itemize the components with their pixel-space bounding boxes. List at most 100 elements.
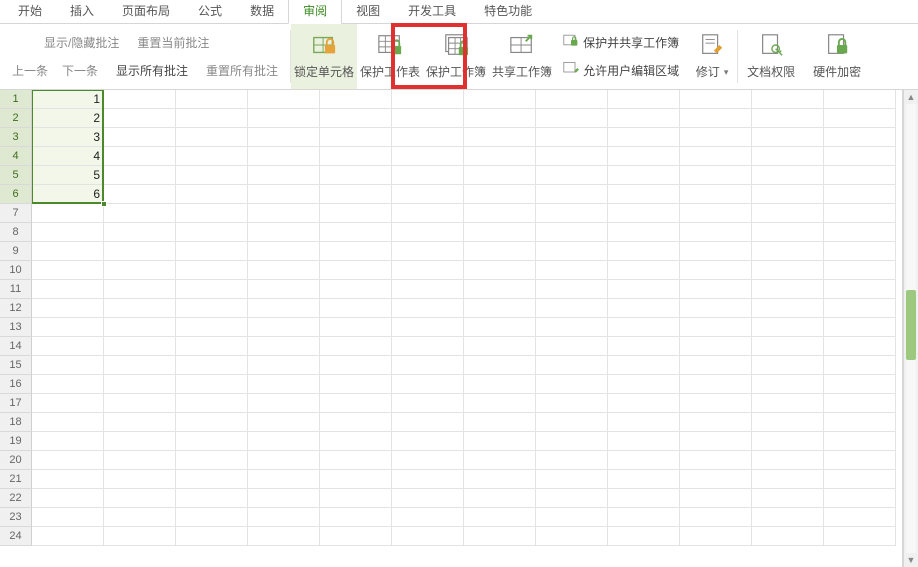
cell[interactable]	[320, 451, 392, 470]
cell[interactable]	[104, 242, 176, 261]
cell[interactable]	[608, 413, 680, 432]
cell[interactable]	[320, 299, 392, 318]
cell[interactable]	[464, 280, 536, 299]
cell[interactable]	[104, 394, 176, 413]
row-header[interactable]: 4	[0, 147, 32, 166]
cell[interactable]	[104, 109, 176, 128]
cell[interactable]	[608, 280, 680, 299]
cell[interactable]	[464, 204, 536, 223]
cell[interactable]: 5	[32, 166, 104, 185]
cell[interactable]	[824, 128, 896, 147]
cell[interactable]	[752, 280, 824, 299]
cell[interactable]	[824, 470, 896, 489]
cell[interactable]	[104, 223, 176, 242]
cell[interactable]	[824, 223, 896, 242]
cell[interactable]	[680, 147, 752, 166]
cell[interactable]	[680, 356, 752, 375]
cell[interactable]	[176, 451, 248, 470]
cell[interactable]	[392, 375, 464, 394]
cell[interactable]	[32, 375, 104, 394]
cell[interactable]: 1	[32, 90, 104, 109]
cell[interactable]	[176, 394, 248, 413]
tab-data[interactable]: 数据	[236, 0, 288, 23]
cell[interactable]	[248, 489, 320, 508]
cell[interactable]	[392, 185, 464, 204]
cell[interactable]	[104, 185, 176, 204]
cell[interactable]	[608, 90, 680, 109]
cell[interactable]	[464, 261, 536, 280]
cell[interactable]	[464, 337, 536, 356]
cell[interactable]	[608, 261, 680, 280]
cell[interactable]	[680, 470, 752, 489]
cell[interactable]	[176, 527, 248, 546]
cell[interactable]	[464, 299, 536, 318]
doc-permission-button[interactable]: 文档权限	[738, 24, 804, 89]
row-header[interactable]: 17	[0, 394, 32, 413]
protect-and-share-button[interactable]: 保护并共享工作簿	[559, 30, 683, 55]
cell[interactable]	[680, 508, 752, 527]
cell[interactable]	[752, 508, 824, 527]
cell[interactable]	[464, 451, 536, 470]
cell[interactable]	[680, 394, 752, 413]
cell[interactable]	[464, 356, 536, 375]
row-header[interactable]: 19	[0, 432, 32, 451]
scroll-thumb[interactable]	[906, 290, 916, 360]
cell[interactable]	[752, 413, 824, 432]
cell[interactable]	[824, 337, 896, 356]
cell[interactable]	[176, 356, 248, 375]
cell[interactable]	[680, 185, 752, 204]
cell[interactable]	[392, 90, 464, 109]
cell[interactable]	[464, 147, 536, 166]
cell[interactable]	[104, 280, 176, 299]
next-comment-label-button[interactable]: 下一条	[58, 60, 102, 81]
cell[interactable]	[752, 527, 824, 546]
cell[interactable]	[752, 223, 824, 242]
cell[interactable]	[464, 128, 536, 147]
cell[interactable]	[392, 527, 464, 546]
cell[interactable]	[320, 489, 392, 508]
cell[interactable]	[752, 375, 824, 394]
cell[interactable]	[536, 185, 608, 204]
cell[interactable]	[824, 109, 896, 128]
cell[interactable]	[176, 90, 248, 109]
cell[interactable]	[824, 413, 896, 432]
reset-all-comments-button[interactable]: 重置所有批注	[198, 60, 282, 82]
cell[interactable]	[320, 356, 392, 375]
cell[interactable]	[248, 394, 320, 413]
cell[interactable]	[104, 90, 176, 109]
tab-formula[interactable]: 公式	[184, 0, 236, 23]
cell[interactable]	[104, 527, 176, 546]
hardware-encrypt-button[interactable]: 硬件加密	[804, 24, 870, 89]
cell[interactable]	[536, 489, 608, 508]
cell[interactable]	[176, 128, 248, 147]
cell[interactable]	[248, 166, 320, 185]
cell[interactable]	[680, 90, 752, 109]
cell[interactable]	[464, 90, 536, 109]
row-header[interactable]: 14	[0, 337, 32, 356]
cell[interactable]	[464, 432, 536, 451]
cell[interactable]	[464, 508, 536, 527]
cell[interactable]	[608, 356, 680, 375]
cell[interactable]	[824, 489, 896, 508]
cell[interactable]	[608, 527, 680, 546]
cell[interactable]	[464, 394, 536, 413]
cell[interactable]	[464, 223, 536, 242]
cell[interactable]	[680, 280, 752, 299]
cell[interactable]	[176, 299, 248, 318]
cell[interactable]	[392, 489, 464, 508]
row-header[interactable]: 22	[0, 489, 32, 508]
cell[interactable]	[320, 204, 392, 223]
cell[interactable]	[680, 489, 752, 508]
row-header[interactable]: 10	[0, 261, 32, 280]
cell[interactable]	[536, 204, 608, 223]
cell[interactable]	[752, 356, 824, 375]
row-header[interactable]: 16	[0, 375, 32, 394]
row-header[interactable]: 2	[0, 109, 32, 128]
cell[interactable]	[608, 166, 680, 185]
cell[interactable]	[824, 375, 896, 394]
cell[interactable]	[176, 470, 248, 489]
cell[interactable]	[248, 128, 320, 147]
cell[interactable]	[752, 489, 824, 508]
cell[interactable]	[752, 90, 824, 109]
cell[interactable]	[680, 204, 752, 223]
